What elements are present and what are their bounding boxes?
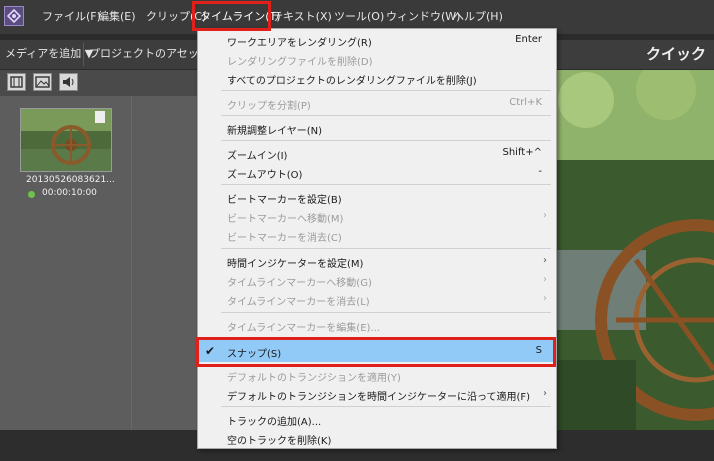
clip-thumbnail[interactable] [20,108,112,172]
menu-zoom-out[interactable]: ズームアウト(O) [227,166,302,181]
chevron-right-icon: › [543,388,547,399]
shortcut-render: Enter [515,34,542,45]
menu-file[interactable]: ファイル(F) [42,0,101,34]
menu-edit-timeline-marker[interactable]: タイムラインマーカーを編集(E)... [227,319,380,334]
menu-split-clip[interactable]: クリップを分割(P) [227,97,311,112]
menu-set-beat-marker[interactable]: ビートマーカーを設定(B) [227,191,342,206]
app-logo-icon[interactable] [4,6,24,26]
shortcut-split: Ctrl+K [509,97,542,108]
menu-delete-render-files[interactable]: レンダリングファイルを削除(D) [227,53,373,68]
menu-goto-timeline-marker[interactable]: タイムラインマーカーへ移動(G) [227,274,372,289]
menu-zoom-in[interactable]: ズームイン(I) [227,147,287,162]
menu-clear-timeline-marker[interactable]: タイムラインマーカーを消去(L) [227,293,370,308]
clip-status-icon [28,191,35,198]
asset-view-tabs [0,70,197,96]
chevron-right-icon: › [543,210,547,221]
annotation-timeline-menu-highlight [192,1,271,31]
shortcut-zoom-in: Shift+^ [502,147,543,158]
menu-apply-default-transition[interactable]: デフォルトのトランジションを適用(Y) [227,369,401,384]
menu-set-time-indicator[interactable]: 時間インジケーターを設定(M) [227,255,363,270]
menu-divider [221,248,551,249]
menu-render-work-area[interactable]: ワークエリアをレンダリング(R) [227,34,372,49]
menu-clear-beat-marker[interactable]: ビートマーカーを消去(C) [227,229,342,244]
menu-delete-empty-tracks[interactable]: 空のトラックを削除(K) [227,432,331,447]
menu-apply-transition-at-indicator[interactable]: デフォルトのトランジションを時間インジケーターに沿って適用(F) [227,388,530,403]
chevron-right-icon: › [543,274,547,285]
menu-edit[interactable]: 編集(E) [98,0,136,34]
toolbar-divider [83,43,84,66]
menu-divider [221,140,551,141]
grid-divider [131,96,132,430]
chevron-right-icon: › [543,255,547,266]
chevron-right-icon: › [543,293,547,304]
add-media-button[interactable]: メディアを追加 ▼ [5,44,93,64]
menu-add-tracks[interactable]: トラックの追加(A)... [227,413,321,428]
image-filter-icon[interactable] [33,73,52,91]
menu-goto-beat-marker[interactable]: ビートマーカーへ移動(M) [227,210,343,225]
clip-name: 20130526083621... [26,175,115,185]
menu-divider [221,115,551,116]
quick-mode-tab[interactable]: クイック [646,43,706,64]
annotation-snap-highlight [196,337,556,367]
menu-divider [221,312,551,313]
video-filter-icon[interactable] [7,73,26,91]
menu-divider [221,184,551,185]
clip-duration: 00:00:10:00 [42,188,97,198]
menu-divider [221,406,551,407]
monitor-viewer [556,70,714,430]
menu-delete-all-render-files[interactable]: すべてのプロジェクトのレンダリングファイルを削除(J) [227,72,477,87]
audio-filter-icon[interactable] [59,73,78,91]
shortcut-zoom-out: - [538,166,542,177]
menu-new-adjustment-layer[interactable]: 新規調整レイヤー(N) [227,122,322,137]
menu-divider [221,90,551,91]
